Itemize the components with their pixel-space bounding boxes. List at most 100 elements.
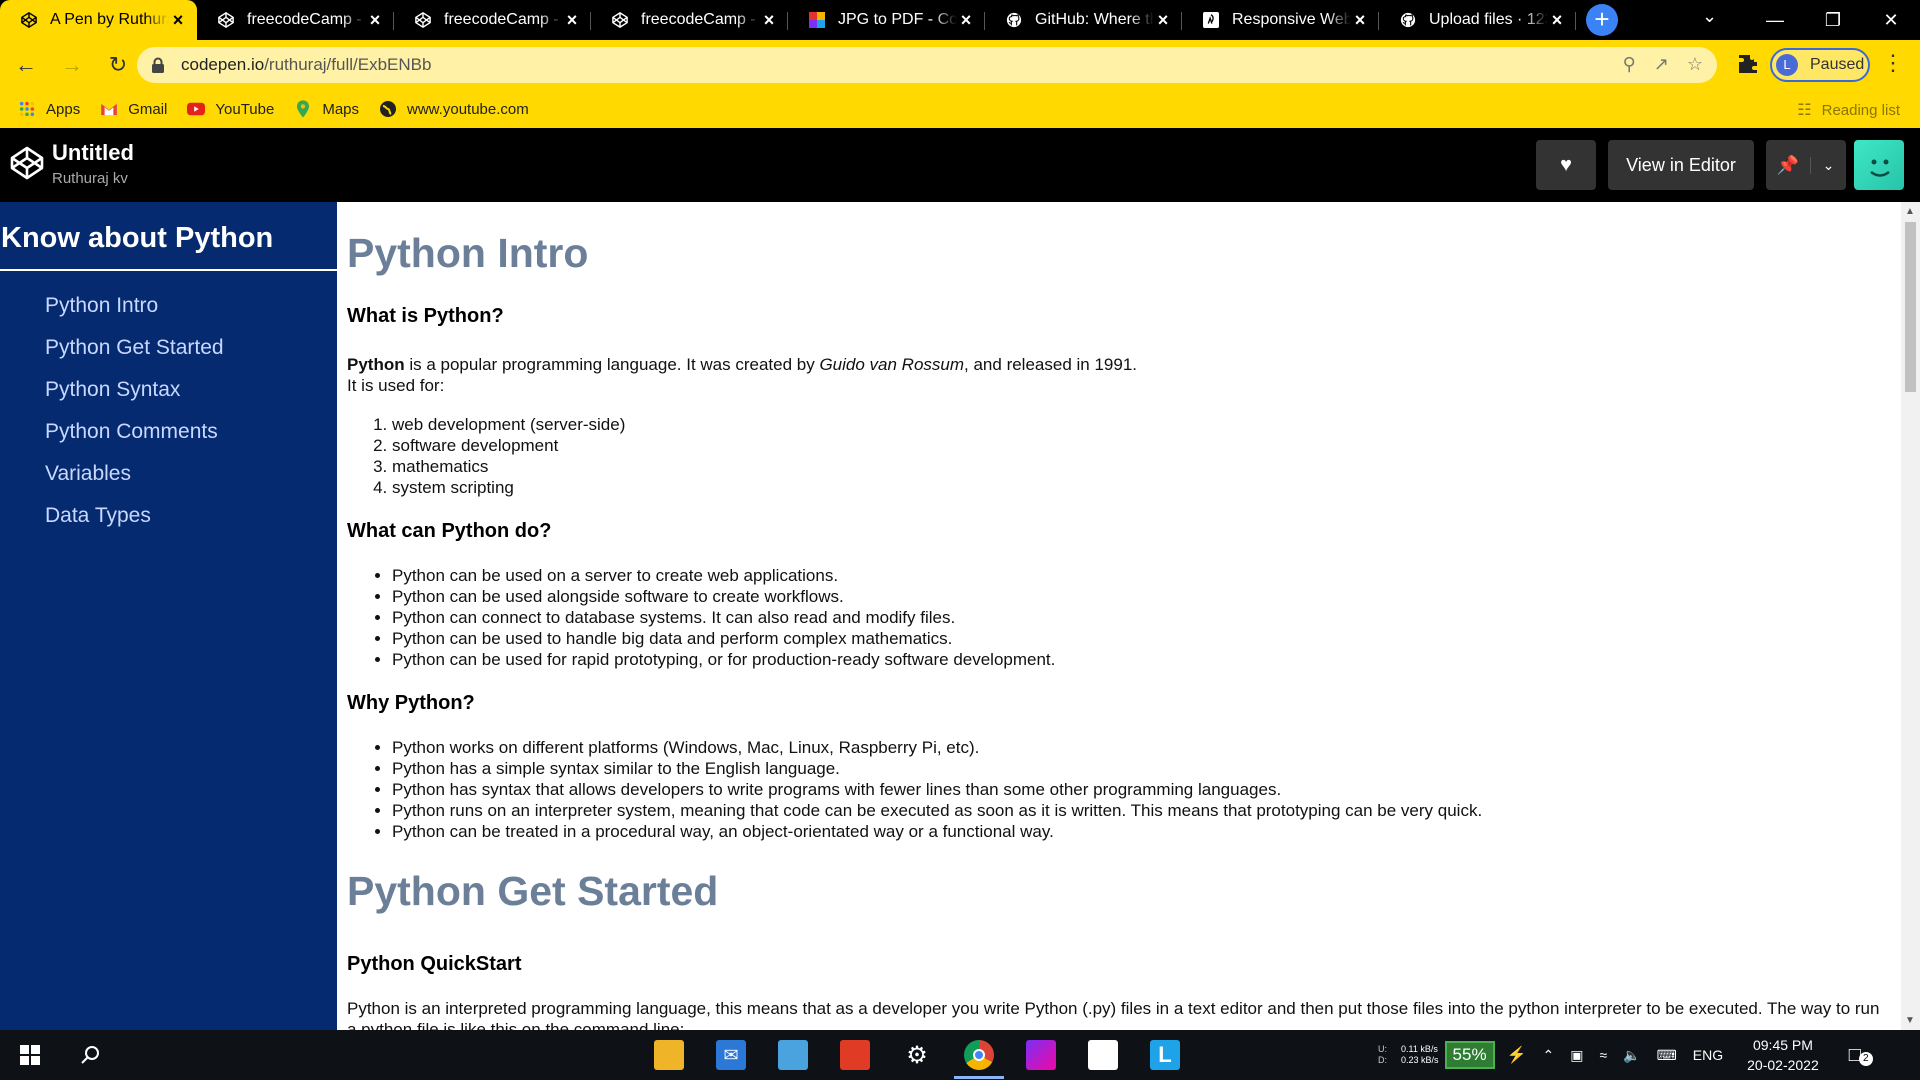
fcc-icon	[1202, 11, 1220, 29]
bookmark-maps[interactable]: Maps	[294, 100, 359, 118]
browser-tab[interactable]: freecodeCamp - F ×	[197, 0, 394, 40]
share-icon[interactable]: ↗	[1654, 54, 1669, 75]
tab-search-chevron-icon[interactable]: ⌄	[1702, 6, 1717, 27]
display-icon[interactable]: ▣	[1570, 1047, 1583, 1064]
settings-gear-icon[interactable]: ⚙	[902, 1040, 932, 1070]
scroll-thumb[interactable]	[1905, 222, 1916, 392]
sidebar-item-variables[interactable]: Variables	[0, 453, 337, 495]
sidebar-item-data-types[interactable]: Data Types	[0, 495, 337, 537]
tab-close-icon[interactable]: ×	[1351, 11, 1369, 29]
file-explorer-icon[interactable]	[654, 1040, 684, 1070]
close-window-icon[interactable]: ✕	[1862, 0, 1920, 40]
tab-title: JPG to PDF - Con	[838, 11, 957, 28]
keyboard-icon[interactable]: ⌨	[1657, 1047, 1677, 1064]
notifications-button[interactable]: □ 2	[1849, 1044, 1873, 1067]
tab-close-icon[interactable]: ×	[169, 11, 187, 29]
browser-tab[interactable]: freecodeCamp - F ×	[591, 0, 788, 40]
profile-button[interactable]: L Paused	[1770, 48, 1870, 82]
remote-desktop-icon[interactable]	[778, 1040, 808, 1070]
sidebar-item-python-get-started[interactable]: Python Get Started	[0, 327, 337, 369]
forward-arrow-icon[interactable]: →	[52, 45, 92, 85]
view-in-editor-label: View in Editor	[1626, 154, 1736, 175]
bookmark-youtube-site[interactable]: www.youtube.com	[379, 100, 529, 118]
clock[interactable]: 09:45 PM 20-02-2022	[1747, 1035, 1819, 1075]
office-icon[interactable]	[840, 1040, 870, 1070]
scroll-up-icon[interactable]: ▲	[1905, 206, 1915, 217]
reading-list-label: Reading list	[1821, 101, 1900, 119]
pen-author[interactable]: Ruthuraj kv	[52, 170, 128, 187]
bookmark-gmail[interactable]: Gmail	[100, 100, 167, 118]
browser-tab[interactable]: Responsive Web I ×	[1182, 0, 1379, 40]
upload-speed: 0.11 kB/s	[1401, 1044, 1438, 1054]
restore-icon[interactable]: ❐	[1804, 0, 1862, 40]
battery-percent: 55%	[1452, 1045, 1487, 1064]
reading-list-button[interactable]: ☷ Reading list	[1797, 100, 1900, 120]
view-in-editor-button[interactable]: View in Editor	[1608, 140, 1754, 190]
tab-title: GitHub: Where th	[1035, 11, 1154, 28]
browser-tab[interactable]: Upload files · 123 ×	[1379, 0, 1576, 40]
list-item: Python has a simple syntax similar to th…	[392, 758, 1901, 779]
bookmark-label: www.youtube.com	[407, 100, 529, 118]
list-item: Python can be used for rapid prototyping…	[392, 649, 1901, 670]
bookmark-apps[interactable]: Apps	[18, 100, 80, 118]
quickstart-paragraph: Python is an interpreted programming lan…	[347, 999, 1880, 1030]
tab-close-icon[interactable]: ×	[760, 11, 778, 29]
tab-title: Responsive Web I	[1232, 11, 1351, 28]
list-item: Python can be used to handle big data an…	[392, 628, 1901, 649]
download-label: D:	[1378, 1055, 1387, 1065]
heart-button[interactable]: ♥	[1536, 140, 1596, 190]
pen-title[interactable]: Untitled	[52, 140, 134, 166]
maps-icon	[294, 100, 312, 118]
mail-icon[interactable]: ✉	[716, 1040, 746, 1070]
intro-paragraph: Python is a popular programming language…	[347, 354, 1901, 396]
can-do-list: Python can be used on a server to create…	[347, 565, 1901, 670]
tab-close-icon[interactable]: ×	[1154, 11, 1172, 29]
browser-tab[interactable]: A Pen by Ruthuraj ×	[0, 0, 197, 40]
notification-count: 2	[1858, 1051, 1873, 1066]
chrome-icon[interactable]	[964, 1040, 994, 1070]
search-icon[interactable]	[80, 1045, 100, 1065]
tab-title: freecodeCamp - F	[641, 11, 760, 28]
sidebar-item-python-syntax[interactable]: Python Syntax	[0, 369, 337, 411]
sidebar-list: Python Intro Python Get Started Python S…	[0, 271, 337, 537]
battery-indicator[interactable]: 55%	[1444, 1041, 1495, 1069]
address-bar[interactable]: codepen.io/ruthuraj/full/ExbENBb ⚲ ↗ ☆	[137, 47, 1717, 83]
browser-tab[interactable]: GitHub: Where th ×	[985, 0, 1182, 40]
user-avatar[interactable]	[1854, 140, 1904, 190]
bookmark-label: YouTube	[215, 100, 275, 118]
zoom-icon[interactable]: ⚲	[1623, 54, 1636, 75]
pin-button[interactable]: 📌 ⌄	[1766, 140, 1846, 190]
media-app-icon[interactable]	[1026, 1040, 1056, 1070]
minimize-icon[interactable]: —	[1746, 0, 1804, 40]
scroll-down-icon[interactable]: ▼	[1905, 1015, 1915, 1026]
volume-icon[interactable]: 🔈	[1623, 1047, 1640, 1064]
browser-tab[interactable]: freecodeCamp - F ×	[394, 0, 591, 40]
back-arrow-icon[interactable]: ←	[6, 45, 46, 85]
page-scrollbar[interactable]: ▲ ▼	[1901, 202, 1920, 1030]
extensions-puzzle-icon[interactable]	[1736, 52, 1762, 78]
list-item: system scripting	[392, 477, 1901, 498]
codepen-logo-icon[interactable]	[10, 146, 44, 180]
tray-chevron-icon[interactable]: ⌃	[1542, 1047, 1554, 1064]
new-tab-plus-icon[interactable]: +	[1586, 4, 1618, 36]
bookmark-youtube[interactable]: YouTube	[187, 100, 274, 118]
pin-chevron-icon[interactable]: ⌄	[1810, 156, 1846, 174]
reload-icon[interactable]: ↻	[98, 45, 138, 85]
windows-start-icon[interactable]	[20, 1045, 40, 1065]
tab-close-icon[interactable]: ×	[366, 11, 384, 29]
wifi-icon[interactable]: ≈	[1599, 1047, 1607, 1063]
bookmark-star-icon[interactable]: ☆	[1687, 54, 1703, 75]
sidebar-item-python-intro[interactable]: Python Intro	[0, 285, 337, 327]
heart-icon: ♥	[1560, 153, 1572, 176]
tab-close-icon[interactable]: ×	[957, 11, 975, 29]
language-indicator[interactable]: ENG	[1693, 1047, 1723, 1063]
bookmark-label: Maps	[322, 100, 360, 118]
tab-close-icon[interactable]: ×	[563, 11, 581, 29]
sidebar-item-python-comments[interactable]: Python Comments	[0, 411, 337, 453]
tab-close-icon[interactable]: ×	[1548, 11, 1566, 29]
plug-icon: ⚡	[1506, 1047, 1527, 1064]
browser-tab[interactable]: JPG to PDF - Con ×	[788, 0, 985, 40]
l-app-icon[interactable]: L	[1150, 1040, 1180, 1070]
microsoft-store-icon[interactable]	[1088, 1040, 1118, 1070]
more-menu-icon[interactable]: ⋮	[1882, 50, 1904, 76]
